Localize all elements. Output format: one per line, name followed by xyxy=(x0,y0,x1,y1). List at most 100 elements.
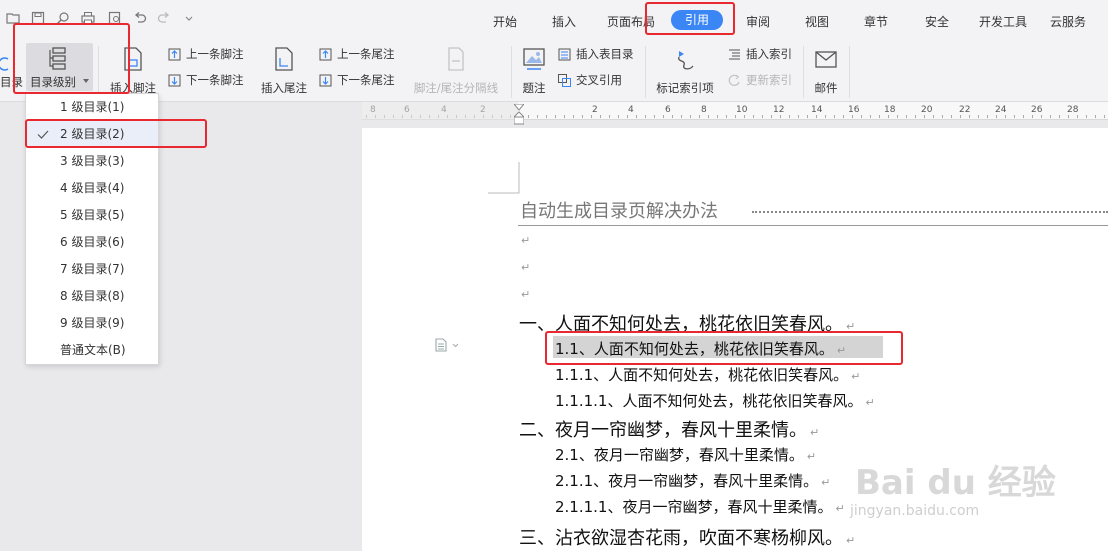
ruler-tick xyxy=(690,115,691,118)
caption-label: 题注 xyxy=(522,81,546,95)
heading-text: 二、夜月一帘幽梦，春风十里柔情。 xyxy=(519,420,807,441)
margin-corner-mark xyxy=(488,162,520,194)
heading-4-line[interactable]: 2.1.1.1、夜月一帘幽梦，春风十里柔情。 ↵ xyxy=(555,496,845,517)
baidu-watermark-url: jingyan.baidu.com xyxy=(850,503,980,519)
ruler-number: 26 xyxy=(1031,105,1043,115)
insert-table-of-figures-button[interactable]: 插入表目录 xyxy=(557,46,634,62)
annotation-box-toc-level xyxy=(13,23,130,94)
ruler-tick xyxy=(888,115,889,118)
dropdown-item-label: 8 级目录(8) xyxy=(60,289,125,303)
customize-chevron-icon[interactable] xyxy=(182,11,196,25)
heading-4-line[interactable]: 1.1.1.1、人面不知何处去，桃花依旧笑春风。 ↵ xyxy=(555,390,875,411)
ruler-tick xyxy=(717,115,718,118)
insert-index-button[interactable]: 插入索引 xyxy=(727,46,792,62)
heading-3-line[interactable]: 1.1.1、人面不知何处去，桃花依旧笑春风。 ↵ xyxy=(555,364,860,385)
toc-underline xyxy=(518,225,1108,226)
dropdown-item-level-9[interactable]: 9 级目录(9) xyxy=(26,310,158,337)
prev-endnote-icon xyxy=(319,48,332,60)
prev-footnote-button[interactable]: 上一条脚注 xyxy=(167,46,244,62)
ruler-tick xyxy=(978,115,979,118)
update-index-button[interactable]: 更新索引 xyxy=(727,72,792,88)
dropdown-item-level-1[interactable]: 1 级目录(1) xyxy=(26,94,158,121)
insert-endnote-button[interactable]: 插入尾注 xyxy=(254,46,314,96)
ruler-number: 22 xyxy=(959,105,971,115)
ruler-number: 18 xyxy=(884,105,896,115)
ruler-tick xyxy=(780,115,781,118)
ruler-tick xyxy=(1068,115,1069,118)
cross-reference-button[interactable]: 交叉引用 xyxy=(557,72,622,88)
ruler-tick xyxy=(564,115,565,118)
ruler-tick xyxy=(906,115,907,118)
caption-button[interactable]: 题注 xyxy=(516,46,552,96)
heading-1-line[interactable]: 三、沾衣欲湿杏花雨，吹面不寒杨柳风。 ↵ xyxy=(519,524,855,550)
annotation-box-level-2 xyxy=(25,119,207,148)
heading-2-line[interactable]: 2.1、夜月一帘幽梦，春风十里柔情。 ↵ xyxy=(555,444,816,465)
dropdown-item-level-5[interactable]: 5 级目录(5) xyxy=(26,202,158,229)
next-endnote-button[interactable]: 下一条尾注 xyxy=(318,72,395,88)
ruler-tick xyxy=(843,115,844,118)
tab-chapter[interactable]: 章节 xyxy=(864,13,888,30)
paragraph-mark: ↵ xyxy=(521,261,531,274)
heading-text: 2.1.1、夜月一帘幽梦，春风十里柔情。 xyxy=(555,472,819,490)
tab-cloud[interactable]: 云服务 xyxy=(1050,13,1086,30)
prev-endnote-button[interactable]: 上一条尾注 xyxy=(318,46,395,62)
mark-index-entry-button[interactable]: 标记索引项 xyxy=(652,46,718,96)
footnote-separator-button[interactable]: 脚注/尾注分隔线 xyxy=(408,46,504,96)
paragraph-mark: ↵ xyxy=(521,234,531,247)
ruler-tick xyxy=(816,115,817,118)
ruler-tick xyxy=(1095,115,1096,118)
paragraph-mark: ↵ xyxy=(865,396,875,409)
ruler-number: 8 xyxy=(701,105,707,115)
table-of-figures-icon xyxy=(558,48,571,60)
dropdown-item-plain-text[interactable]: 普通文本(B) xyxy=(26,337,158,364)
heading-3-line[interactable]: 2.1.1、夜月一帘幽梦，春风十里柔情。 ↵ xyxy=(555,470,830,491)
toc-title[interactable]: 自动生成目录页解决办法 xyxy=(520,197,718,223)
ruler-tick xyxy=(654,115,655,118)
ruler-tick xyxy=(1104,115,1105,118)
footnote-separator-icon xyxy=(448,47,464,71)
paragraph-options-icon[interactable] xyxy=(434,338,458,352)
heading-1-line[interactable]: 二、夜月一帘幽梦，春风十里柔情。 ↵ xyxy=(519,416,819,442)
update-index-icon xyxy=(728,74,740,86)
tab-developer[interactable]: 开发工具 xyxy=(979,13,1027,30)
heading-text: 2.1.1.1、夜月一帘幽梦，春风十里柔情。 xyxy=(555,498,833,516)
ruler-tick xyxy=(969,115,970,118)
mark-index-icon xyxy=(678,49,694,70)
tab-view[interactable]: 视图 xyxy=(805,13,829,30)
ruler-tick xyxy=(1059,115,1060,118)
dropdown-item-label: 3 级目录(3) xyxy=(60,154,125,168)
tab-insert[interactable]: 插入 xyxy=(552,13,576,30)
ruler-tick xyxy=(987,115,988,118)
mail-button[interactable]: 邮件 xyxy=(810,46,842,96)
tab-review[interactable]: 审阅 xyxy=(746,13,770,30)
dropdown-item-level-7[interactable]: 7 级目录(7) xyxy=(26,256,158,283)
ruler-tick xyxy=(762,115,763,118)
ruler-number: 10 xyxy=(736,105,748,115)
tab-home[interactable]: 开始 xyxy=(493,13,517,30)
ruler-tick xyxy=(942,115,943,118)
dropdown-item-label: 6 级目录(6) xyxy=(60,235,125,249)
redo-icon[interactable] xyxy=(157,11,171,25)
indent-marker-icon[interactable] xyxy=(514,104,524,126)
ruler-tick xyxy=(573,115,574,118)
paragraph-mark: ↵ xyxy=(521,288,531,301)
ruler-tick xyxy=(1032,115,1033,118)
ruler-number: 12 xyxy=(773,105,785,115)
ruler-tick xyxy=(708,115,709,118)
dropdown-item-level-3[interactable]: 3 级目录(3) xyxy=(26,148,158,175)
next-endnote-icon xyxy=(319,74,332,86)
tab-security[interactable]: 安全 xyxy=(925,13,949,30)
paragraph-mark: ↵ xyxy=(821,476,831,489)
dropdown-item-level-4[interactable]: 4 级目录(4) xyxy=(26,175,158,202)
dropdown-item-level-8[interactable]: 8 级目录(8) xyxy=(26,283,158,310)
next-footnote-button[interactable]: 下一条脚注 xyxy=(167,72,244,88)
mark-index-entry-label: 标记索引项 xyxy=(656,81,714,95)
ruler-margin-area xyxy=(362,102,518,120)
ruler-tick xyxy=(861,115,862,118)
undo-icon[interactable] xyxy=(133,11,147,25)
mail-icon xyxy=(815,51,837,68)
dropdown-item-label: 5 级目录(5) xyxy=(60,208,125,222)
ruler-tick xyxy=(1023,115,1024,118)
insert-table-of-figures-label: 插入表目录 xyxy=(576,47,634,61)
dropdown-item-level-6[interactable]: 6 级目录(6) xyxy=(26,229,158,256)
